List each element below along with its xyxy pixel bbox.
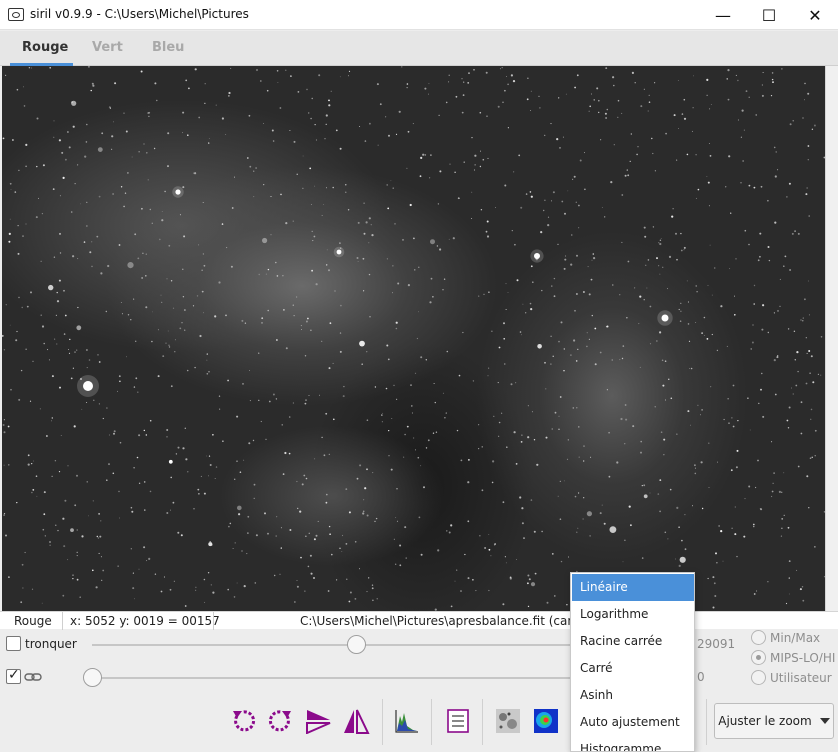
hi-slider-handle[interactable] [346, 635, 366, 654]
chevron-down-icon [819, 718, 830, 724]
menu-item-auto-ajustement[interactable]: Auto ajustement [572, 709, 694, 736]
hi-value: 29091 [697, 637, 736, 651]
maximize-button[interactable]: ☐ [746, 0, 792, 30]
summary-icon [447, 709, 469, 733]
lo-slider-handle[interactable] [82, 668, 102, 687]
radio-user-label: Utilisateur [770, 671, 832, 685]
minimize-button[interactable]: — [700, 0, 746, 30]
clip-checkbox[interactable] [6, 636, 21, 651]
rotate-right-button[interactable] [266, 706, 296, 736]
mirror-x-button[interactable] [303, 706, 333, 736]
tab-vert[interactable]: Vert [92, 40, 123, 55]
mirror-x-icon [306, 710, 331, 734]
radio-minmax-label: Min/Max [770, 631, 821, 645]
negative-view-button[interactable] [493, 706, 523, 736]
menu-item-asinh[interactable]: Asinh [572, 682, 694, 709]
lo-value: 0 [697, 670, 705, 684]
mirror-y-button[interactable] [341, 706, 371, 736]
vertical-scrollbar[interactable] [825, 66, 838, 611]
link-icon [24, 673, 42, 681]
tab-rouge[interactable]: Rouge [22, 40, 68, 55]
app-icon [8, 8, 24, 21]
link-checkbox[interactable] [6, 667, 21, 684]
rotate-left-button[interactable] [228, 706, 258, 736]
rotate-right-icon [268, 710, 291, 732]
image-viewer[interactable] [2, 66, 825, 611]
menu-item-lineaire[interactable]: Linéaire [572, 574, 694, 601]
menu-item-logarithme[interactable]: Logarithme [572, 601, 694, 628]
radio-minmax[interactable] [751, 630, 766, 645]
close-button[interactable]: ✕ [792, 0, 838, 30]
fit-zoom-label: Ajuster le zoom [718, 714, 812, 728]
negative-view-icon [496, 709, 520, 733]
status-channel: Rouge [14, 614, 52, 628]
radio-mips[interactable] [751, 650, 766, 665]
channel-tabs: Rouge Vert Bleu [0, 31, 838, 66]
summary-button[interactable] [443, 706, 473, 736]
tab-bleu[interactable]: Bleu [152, 40, 184, 55]
radio-mips-label: MIPS-LO/HI [770, 651, 836, 665]
status-coordinates: x: 5052 y: 0019 = 00157 [70, 614, 220, 628]
histogram-icon [395, 710, 418, 733]
status-bar: Rouge x: 5052 y: 0019 = 00157 C:\Users\M… [0, 611, 838, 630]
clip-label: tronquer [25, 637, 77, 651]
title-bar: siril v0.9.9 - C:\Users\Michel\Pictures … [0, 0, 838, 30]
status-file-path: C:\Users\Michel\Pictures\apresbalance.fi… [300, 614, 602, 628]
display-mode-menu: Linéaire Logarithme Racine carrée Carré … [570, 572, 695, 752]
starfield-image [2, 66, 825, 611]
histogram-button[interactable] [391, 706, 421, 736]
rotate-left-icon [233, 710, 256, 732]
color-map-button[interactable] [531, 706, 561, 736]
radio-user[interactable] [751, 670, 766, 685]
menu-item-racine-carree[interactable]: Racine carrée [572, 628, 694, 655]
window-title: siril v0.9.9 - C:\Users\Michel\Pictures [30, 7, 249, 21]
mirror-y-icon [344, 709, 370, 734]
fit-zoom-button[interactable]: Ajuster le zoom [714, 703, 834, 739]
color-map-icon [534, 709, 558, 733]
menu-item-carre[interactable]: Carré [572, 655, 694, 682]
